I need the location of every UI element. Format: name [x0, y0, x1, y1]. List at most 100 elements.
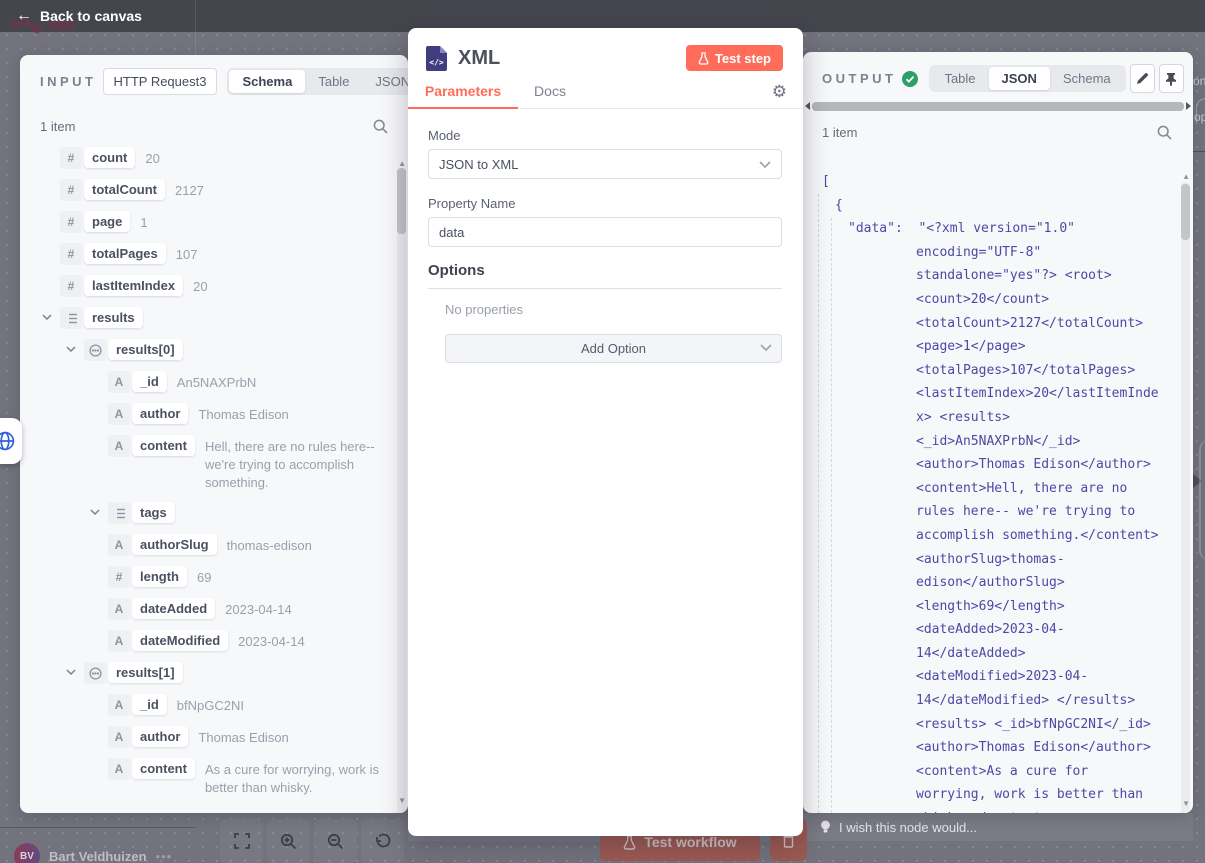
chevron-down-icon[interactable] [42, 307, 60, 320]
schema-row-content: AcontentAs a cure for worrying, work is … [20, 758, 408, 797]
code-line: <authorSlug>thomas- [822, 548, 1178, 572]
property-name-label: Property Name [428, 196, 782, 211]
schema-key-pill[interactable]: dateAdded [132, 598, 215, 619]
sidebar-edge-line [195, 0, 196, 55]
schema-key-pill[interactable]: authorSlug [132, 534, 217, 555]
schema-key-pill[interactable]: author [132, 726, 188, 747]
scroll-down-icon[interactable]: ▼ [398, 796, 406, 805]
add-option-label: Add Option [581, 341, 646, 356]
schema-value: 1 [140, 211, 147, 232]
schema-key-pill[interactable]: _id [132, 694, 167, 715]
input-view-tabs: SchemaTableJSON [227, 68, 408, 95]
schema-row-author: AauthorThomas Edison [20, 403, 408, 425]
schema-key-pill[interactable]: length [132, 566, 187, 587]
schema-key-pill[interactable]: results[0] [108, 339, 183, 360]
schema-row-author: Aauthor Thomas Edison [20, 726, 408, 748]
schema-key-pill[interactable]: content [132, 435, 195, 456]
zoom-in-button[interactable] [267, 819, 310, 863]
output-horizontal-scrollbar[interactable] [805, 101, 1191, 111]
schema-row-id: A_idAn5NAXPrbN [20, 371, 408, 393]
add-option-select[interactable]: Add Option [445, 334, 782, 363]
zoom-out-button[interactable] [314, 819, 357, 863]
schema-row-results0: results[0] [20, 339, 408, 361]
search-icon[interactable] [1157, 125, 1172, 140]
schema-key-pill[interactable]: tags [132, 502, 175, 523]
zoom-out-icon [327, 833, 344, 850]
schema-key-pill[interactable]: count [84, 147, 135, 168]
chevron-down-icon[interactable] [90, 502, 108, 515]
schema-value: Thomas Edison [198, 726, 288, 747]
scroll-up-icon[interactable]: ▲ [398, 159, 406, 168]
schema-key-pill[interactable]: totalCount [84, 179, 165, 200]
code-line: 14</dateAdded> [822, 642, 1178, 666]
schema-key-pill[interactable]: totalPages [84, 243, 166, 264]
scroll-up-icon[interactable]: ▲ [1182, 172, 1190, 181]
schema-key-pill[interactable]: page [84, 211, 130, 232]
list-type-icon [108, 502, 130, 524]
node-title: XML [458, 47, 675, 70]
pin-data-button[interactable] [1159, 64, 1184, 93]
node-feedback-link[interactable]: I wish this node would... [820, 820, 977, 835]
output-tab-json[interactable]: JSON [989, 67, 1050, 90]
schema-value: 2127 [175, 179, 204, 200]
code-line: <page>1</page> [822, 335, 1178, 359]
http-request-node-sliver[interactable] [0, 418, 22, 464]
mode-select[interactable]: JSON to XML [428, 149, 782, 179]
schema-key-pill[interactable]: results [84, 307, 143, 328]
schema-value: Thomas Edison [198, 403, 288, 424]
scroll-left-icon[interactable] [805, 102, 810, 110]
user-menu-dots-icon[interactable]: ••• [156, 849, 173, 863]
chevron-down-icon[interactable] [66, 339, 84, 352]
test-step-button[interactable]: Test step [686, 45, 783, 71]
input-tab-json[interactable]: JSON [362, 70, 408, 93]
schema-key-pill[interactable]: _id [132, 371, 167, 392]
flask-icon [623, 835, 636, 850]
tab-parameters[interactable]: Parameters [408, 80, 518, 108]
schema-key-pill[interactable]: author [132, 403, 188, 424]
string-type-icon: A [108, 435, 130, 457]
schema-key-pill[interactable]: content [132, 758, 195, 779]
chevron-down-icon [759, 161, 771, 168]
input-tab-schema[interactable]: Schema [229, 70, 305, 93]
code-line: <lastItemIndex>20</lastItemInde [822, 382, 1178, 406]
schema-key-pill[interactable]: results[1] [108, 662, 183, 683]
tab-docs[interactable]: Docs [518, 80, 582, 108]
edge-node-outline [1196, 98, 1205, 124]
schema-key-pill[interactable]: lastItemIndex [84, 275, 183, 296]
schema-key-pill[interactable]: dateModified [132, 630, 228, 651]
chevron-down-icon[interactable] [66, 662, 84, 675]
string-type-icon: A [108, 726, 130, 748]
back-to-canvas-link[interactable]: ← Back to canvas [16, 7, 142, 25]
output-scrollbar[interactable] [1181, 182, 1190, 813]
search-icon[interactable] [373, 119, 388, 134]
reset-zoom-button[interactable] [361, 819, 404, 863]
output-json-code: [{"data": "<?xml version="1.0"encoding="… [822, 170, 1178, 813]
edit-output-button[interactable] [1130, 64, 1155, 93]
schema-row-authorslug: AauthorSlugthomas-edison [20, 534, 408, 556]
input-source-button[interactable]: HTTP Request3 [103, 68, 218, 95]
code-line: worrying, work is better than [822, 783, 1178, 807]
output-view-tabs: TableJSONSchema [929, 65, 1125, 92]
back-to-canvas-label: Back to canvas [40, 8, 142, 24]
fit-view-button[interactable] [220, 819, 263, 863]
code-line: <dateAdded>2023-04- [822, 618, 1178, 642]
scroll-down-icon[interactable]: ▼ [1182, 799, 1190, 808]
code-line: <count>20</count> [822, 288, 1178, 312]
node-settings-gear-icon[interactable]: ⚙ [772, 82, 787, 102]
code-line: <totalPages>107</totalPages> [822, 359, 1178, 383]
input-tab-table[interactable]: Table [305, 70, 362, 93]
schema-value: bfNpGC2NI [177, 694, 244, 715]
output-tab-table[interactable]: Table [931, 67, 988, 90]
code-line: <results> <_id>bfNpGC2NI</_id> [822, 713, 1178, 737]
code-line: <content>As a cure for [822, 760, 1178, 784]
input-scrollbar[interactable] [397, 168, 406, 813]
scroll-right-icon[interactable] [1186, 102, 1191, 110]
schema-row-totalcount: #totalCount2127 [20, 179, 408, 201]
code-line: x> <results> [822, 406, 1178, 430]
input-panel-label: INPUT [40, 74, 97, 89]
output-tab-schema[interactable]: Schema [1050, 67, 1124, 90]
edge-node-outline [1199, 440, 1205, 560]
property-name-input[interactable]: data [428, 217, 782, 247]
schema-row-id: A_idbfNpGC2NI [20, 694, 408, 716]
user-menu[interactable]: BV Bart Veldhuizen ••• [14, 843, 172, 863]
